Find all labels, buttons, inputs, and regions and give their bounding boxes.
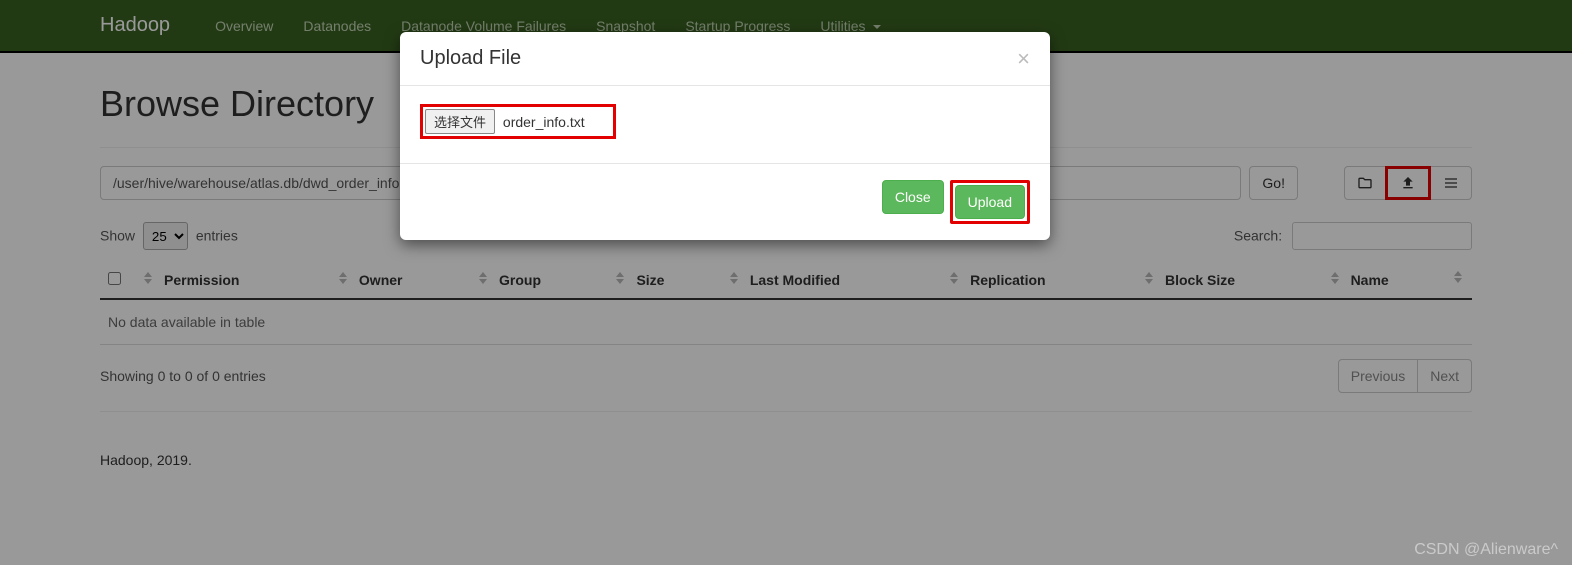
upload-modal: Upload File × 选择文件 order_info.txt Close … [400,32,1050,240]
modal-close-button[interactable]: × [1017,48,1030,70]
modal-footer: Close Upload [400,164,1050,240]
modal-header: Upload File × [400,32,1050,85]
modal-upload-button[interactable]: Upload [955,185,1025,219]
modal-body: 选择文件 order_info.txt [400,85,1050,164]
selected-file-name: order_info.txt [503,114,585,130]
watermark: CSDN @Alienware^ [1414,541,1558,559]
file-picker-highlight: 选择文件 order_info.txt [420,104,616,139]
upload-highlight: Upload [950,180,1030,224]
modal-close-action[interactable]: Close [882,180,944,214]
modal-title: Upload File [420,47,521,70]
choose-file-button[interactable]: 选择文件 [425,109,495,134]
